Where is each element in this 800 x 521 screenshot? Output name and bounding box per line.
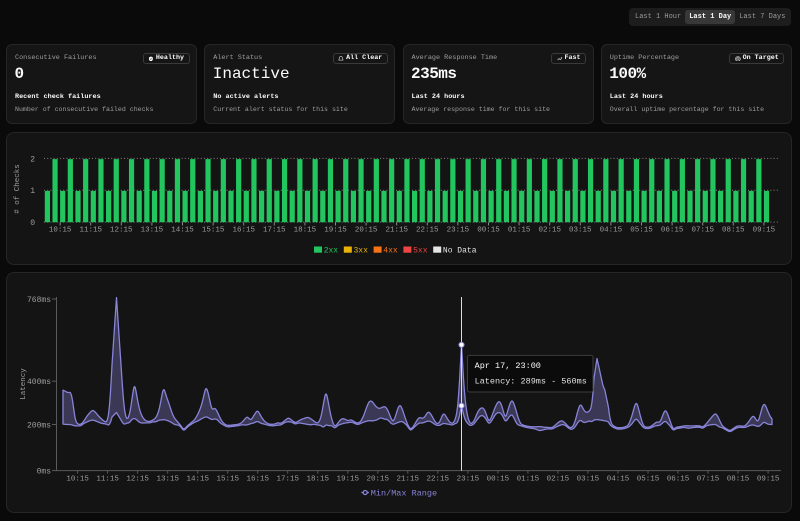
svg-text:01:15: 01:15	[508, 226, 531, 234]
svg-text:4xx: 4xx	[383, 246, 398, 255]
svg-text:16:15: 16:15	[246, 476, 269, 484]
svg-text:20:15: 20:15	[355, 226, 378, 234]
svg-text:2xx: 2xx	[324, 246, 339, 255]
svg-text:02:15: 02:15	[547, 476, 570, 484]
svg-text:03:15: 03:15	[569, 226, 592, 234]
svg-text:19:15: 19:15	[337, 476, 360, 484]
svg-text:17:15: 17:15	[276, 476, 299, 484]
svg-text:23:15: 23:15	[457, 476, 480, 484]
svg-text:No Data: No Data	[443, 246, 477, 255]
svg-text:05:15: 05:15	[630, 226, 653, 234]
svg-text:15:15: 15:15	[216, 476, 239, 484]
svg-text:17:15: 17:15	[263, 226, 286, 234]
svg-text:09:15: 09:15	[757, 476, 780, 484]
svg-text:0ms: 0ms	[37, 467, 52, 476]
svg-text:08:15: 08:15	[727, 476, 750, 484]
svg-text:3xx: 3xx	[354, 246, 369, 255]
svg-text:04:15: 04:15	[600, 226, 623, 234]
svg-text:0: 0	[30, 219, 35, 228]
svg-text:768ms: 768ms	[27, 296, 51, 305]
svg-text:16:15: 16:15	[232, 226, 255, 234]
svg-text:07:15: 07:15	[697, 476, 720, 484]
svg-text:18:15: 18:15	[307, 476, 330, 484]
svg-text:05:15: 05:15	[637, 476, 660, 484]
svg-text:Min/Max Range: Min/Max Range	[371, 489, 437, 499]
svg-text:11:15: 11:15	[79, 226, 102, 234]
svg-text:06:15: 06:15	[661, 226, 684, 234]
svg-text:07:15: 07:15	[691, 226, 714, 234]
svg-text:10:15: 10:15	[49, 226, 72, 234]
svg-text:18:15: 18:15	[294, 226, 317, 234]
svg-text:02:15: 02:15	[538, 226, 561, 234]
svg-text:11:15: 11:15	[96, 476, 119, 484]
svg-text:00:15: 00:15	[487, 476, 510, 484]
svg-text:Latency: 289ms - 560ms: Latency: 289ms - 560ms	[475, 377, 587, 387]
svg-text:Apr 17, 23:00: Apr 17, 23:00	[475, 361, 541, 371]
svg-text:03:15: 03:15	[577, 476, 600, 484]
svg-text:19:15: 19:15	[324, 226, 347, 234]
svg-text:04:15: 04:15	[607, 476, 630, 484]
svg-text:12:15: 12:15	[126, 476, 149, 484]
svg-text:13:15: 13:15	[156, 476, 179, 484]
svg-text:14:15: 14:15	[171, 226, 194, 234]
svg-text:08:15: 08:15	[722, 226, 745, 234]
svg-text:5xx: 5xx	[413, 246, 428, 255]
svg-text:22:15: 22:15	[427, 476, 450, 484]
svg-text:23:15: 23:15	[447, 226, 470, 234]
svg-text:10:15: 10:15	[66, 476, 89, 484]
svg-text:21:15: 21:15	[397, 476, 420, 484]
svg-text:14:15: 14:15	[186, 476, 209, 484]
svg-text:06:15: 06:15	[667, 476, 690, 484]
svg-text:2: 2	[30, 155, 35, 164]
svg-text:00:15: 00:15	[477, 226, 500, 234]
svg-text:# of Checks: # of Checks	[14, 164, 22, 214]
svg-text:Latency: Latency	[20, 368, 28, 400]
svg-text:15:15: 15:15	[202, 226, 225, 234]
svg-text:22:15: 22:15	[416, 226, 439, 234]
svg-text:200ms: 200ms	[27, 421, 51, 430]
svg-text:400ms: 400ms	[27, 378, 51, 387]
svg-text:01:15: 01:15	[517, 476, 540, 484]
svg-text:1: 1	[30, 187, 35, 196]
svg-text:12:15: 12:15	[110, 226, 133, 234]
svg-text:20:15: 20:15	[367, 476, 390, 484]
svg-text:09:15: 09:15	[753, 226, 776, 234]
svg-text:21:15: 21:15	[385, 226, 408, 234]
svg-text:13:15: 13:15	[141, 226, 164, 234]
